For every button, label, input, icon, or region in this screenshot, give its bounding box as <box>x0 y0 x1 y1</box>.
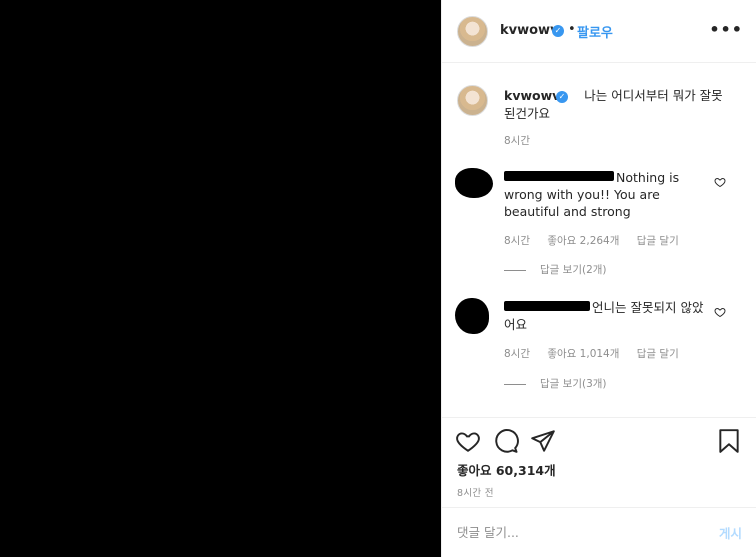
like-heart-icon[interactable] <box>455 428 481 454</box>
post-side-panel: kvwowv ✓ • 팔로우 ••• kvwowv 나는 어디서부터 뭐가 잘못… <box>441 0 756 557</box>
view-replies-button[interactable]: 답글 보기(3개) <box>504 376 607 391</box>
post-comment-button[interactable]: 게시 <box>719 523 742 542</box>
avatar[interactable] <box>455 168 493 198</box>
caption-time: 8시간 <box>504 135 531 147</box>
more-options-icon[interactable]: ••• <box>709 20 743 39</box>
verified-badge-icon: ✓ <box>552 25 564 37</box>
comment-time: 8시간 <box>504 235 531 247</box>
caption-username[interactable]: kvwowv <box>504 88 560 103</box>
divider <box>504 383 526 385</box>
comment-meta: 8시간 좋아요 1,014개 답글 달기 <box>504 346 693 361</box>
comment-text: 언니는 잘못되지 않았어요 <box>504 300 704 332</box>
comment-time: 8시간 <box>504 348 531 360</box>
reply-button[interactable]: 답글 달기 <box>637 348 679 360</box>
comment-input[interactable] <box>457 522 687 542</box>
view-replies-label: 답글 보기(2개) <box>540 264 607 276</box>
view-replies-label: 답글 보기(3개) <box>540 378 607 390</box>
reply-button[interactable]: 답글 달기 <box>637 235 679 247</box>
comment-likes[interactable]: 좋아요 2,264개 <box>547 235 619 247</box>
avatar[interactable] <box>457 85 488 116</box>
post-photo[interactable] <box>0 0 441 557</box>
bookmark-icon[interactable] <box>716 428 742 454</box>
divider <box>504 269 526 271</box>
caption-text-block: kvwowv 나는 어디서부터 뭐가 잘못 된건가요 <box>504 87 734 123</box>
post-timestamp: 8시간 전 <box>457 488 494 499</box>
share-send-icon[interactable] <box>530 428 556 454</box>
view-replies-button[interactable]: 답글 보기(2개) <box>504 262 607 277</box>
post-header: kvwowv ✓ • 팔로우 ••• <box>442 0 756 63</box>
separator-dot: • <box>568 22 576 37</box>
comments-list[interactable]: kvwowv 나는 어디서부터 뭐가 잘못 된건가요 ✓ 8시간 Nothing… <box>442 63 756 417</box>
like-heart-icon[interactable] <box>714 176 726 188</box>
avatar[interactable] <box>457 16 488 47</box>
comment-likes[interactable]: 좋아요 1,014개 <box>547 348 619 360</box>
verified-badge-icon: ✓ <box>556 91 568 103</box>
avatar[interactable] <box>455 298 489 334</box>
header-username[interactable]: kvwowv <box>500 23 559 38</box>
follow-button[interactable]: 팔로우 <box>577 22 613 41</box>
like-heart-icon[interactable] <box>714 306 726 318</box>
comment-meta: 8시간 좋아요 2,264개 답글 달기 <box>504 233 693 248</box>
likes-count[interactable]: 좋아요 60,314개 <box>457 460 556 479</box>
action-bar: 좋아요 60,314개 <box>442 417 756 479</box>
comment-text: Nothing is wrong with you!! You are beau… <box>504 170 680 219</box>
comment-box: 게시 <box>442 507 756 557</box>
comment-icon[interactable] <box>493 428 519 454</box>
